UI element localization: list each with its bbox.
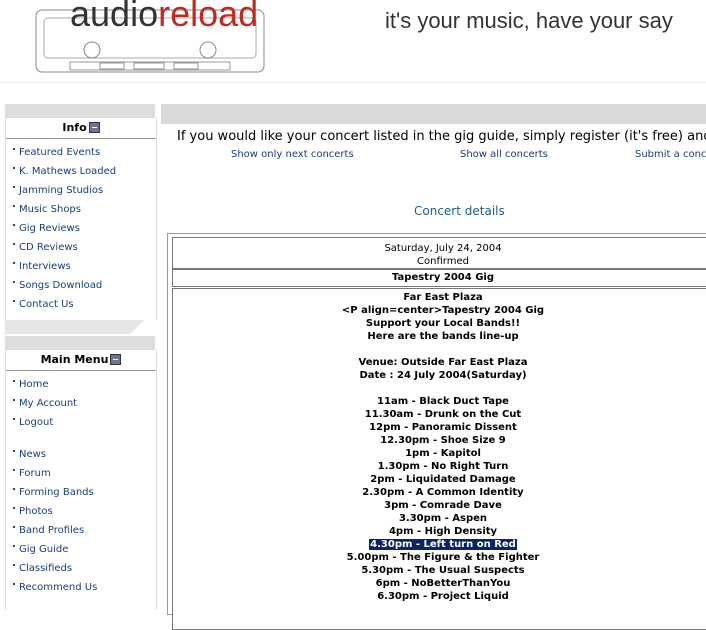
info-top-bar bbox=[5, 104, 155, 118]
logo-text-reload: reload bbox=[158, 0, 259, 34]
menu-item-gig-guide[interactable]: Gig Guide bbox=[13, 540, 156, 559]
menu-item-news[interactable]: News bbox=[13, 445, 156, 464]
concert-name-cell: Tapestry 2004 Gig bbox=[172, 269, 706, 287]
info-item-interviews[interactable]: Interviews bbox=[13, 257, 156, 276]
show-next-concerts-link[interactable]: Show only next concerts bbox=[231, 149, 354, 160]
concert-date: Saturday, July 24, 2004 bbox=[384, 243, 502, 254]
description-line: 6pm - NoBetterThanYou bbox=[375, 578, 511, 589]
menu-item-photos[interactable]: Photos bbox=[13, 502, 156, 521]
concert-details-table: Saturday, July 24, 2004 Confirmed Tapest… bbox=[167, 233, 706, 630]
main-menu-block: Main Menu Home My Account Logout News Fo… bbox=[5, 350, 157, 610]
menu-item-classifieds[interactable]: Classifieds bbox=[13, 559, 156, 578]
section-title: Concert details bbox=[414, 204, 505, 218]
info-item-featured-events[interactable]: Featured Events bbox=[13, 143, 156, 162]
main-menu-list: Home My Account Logout News Forum Formin… bbox=[6, 375, 156, 597]
description-line: 11am - Black Duct Tape bbox=[377, 396, 509, 407]
info-item-k-mathews-loaded[interactable]: K. Mathews Loaded bbox=[13, 162, 156, 181]
info-item-songs-download[interactable]: Songs Download bbox=[13, 276, 156, 295]
show-all-concerts-link[interactable]: Show all concerts bbox=[460, 149, 548, 160]
concert-description-cell: Far East Plaza <P align=center>Tapestry 2… bbox=[172, 288, 706, 630]
menu-item-forum[interactable]: Forum bbox=[13, 464, 156, 483]
site-header: audioreload it's your music, have your s… bbox=[0, 0, 706, 83]
main-menu-top-bar bbox=[5, 336, 155, 350]
intro-text: If you would like your concert listed in… bbox=[177, 129, 706, 144]
description-line: Far East Plaza bbox=[403, 292, 483, 303]
description-line: 3pm - Comrade Dave bbox=[384, 500, 502, 511]
info-item-jamming-studios[interactable]: Jamming Studios bbox=[13, 181, 156, 200]
description-line: 4pm - High Density bbox=[388, 526, 498, 537]
concert-description: Far East Plaza <P align=center>Tapestry 2… bbox=[173, 289, 706, 603]
site-logo[interactable]: audioreload bbox=[30, 0, 270, 80]
site-slogan: it's your music, have your say bbox=[385, 8, 673, 33]
description-line: 12.30pm - Shoe Size 9 bbox=[380, 435, 506, 446]
info-list: Featured Events K. Mathews Loaded Jammin… bbox=[6, 143, 156, 314]
description-line: 12pm - Panoramic Dissent bbox=[369, 422, 517, 433]
description-line: 3.30pm - Aspen bbox=[398, 513, 488, 524]
description-line: 1pm - Kapitol bbox=[405, 448, 481, 459]
menu-item-my-account[interactable]: My Account bbox=[13, 394, 156, 413]
info-item-gig-reviews[interactable]: Gig Reviews bbox=[13, 219, 156, 238]
info-item-contact-us[interactable]: Contact Us bbox=[13, 295, 156, 314]
info-footer-bar bbox=[5, 320, 155, 334]
menu-gap bbox=[13, 432, 156, 445]
minimize-icon[interactable] bbox=[110, 353, 122, 365]
menu-item-home[interactable]: Home bbox=[13, 375, 156, 394]
description-line: 2.30pm - A Common Identity bbox=[362, 487, 524, 498]
description-line: Support your Local Bands!! bbox=[365, 318, 521, 329]
info-item-cd-reviews[interactable]: CD Reviews bbox=[13, 238, 156, 257]
description-line: 11.30am - Drunk on the Cut bbox=[364, 409, 522, 420]
info-block: Info Featured Events K. Mathews Loaded J… bbox=[5, 118, 157, 320]
description-line: 1.30pm - No Right Turn bbox=[377, 461, 509, 472]
info-title: Info bbox=[6, 118, 156, 139]
menu-item-forming-bands[interactable]: Forming Bands bbox=[13, 483, 156, 502]
description-line: 2pm - Liquidated Damage bbox=[370, 474, 516, 485]
main-menu-title: Main Menu bbox=[6, 350, 156, 371]
menu-item-logout[interactable]: Logout bbox=[13, 413, 156, 432]
description-line: 5.30pm - The Usual Suspects bbox=[361, 565, 525, 576]
info-item-music-shops[interactable]: Music Shops bbox=[13, 200, 156, 219]
description-line: <P align=center>Tapestry 2004 Gig bbox=[341, 305, 545, 316]
minimize-icon[interactable] bbox=[88, 121, 100, 133]
concert-date-cell: Saturday, July 24, 2004 Confirmed bbox=[172, 237, 706, 269]
description-line: Here are the bands line-up bbox=[367, 331, 519, 342]
submit-concert-link[interactable]: Submit a conce bbox=[635, 149, 706, 160]
menu-item-recommend-us[interactable]: Recommend Us bbox=[13, 578, 156, 597]
description-line: 5.00pm - The Figure & the Fighter bbox=[346, 552, 540, 563]
logo-text-audio: audio bbox=[70, 0, 159, 34]
description-line: Venue: Outside Far East Plaza bbox=[358, 357, 528, 368]
description-line: 4.30pm - Left turn on Red bbox=[369, 539, 517, 550]
description-line: Date : 24 July 2004(Saturday) bbox=[359, 370, 527, 381]
concert-name: Tapestry 2004 Gig bbox=[392, 272, 494, 283]
concert-status: Confirmed bbox=[417, 256, 469, 267]
menu-item-band-profiles[interactable]: Band Profiles bbox=[13, 521, 156, 540]
description-line: 6.30pm - Project Liquid bbox=[377, 591, 509, 602]
main-top-bar bbox=[161, 104, 706, 124]
